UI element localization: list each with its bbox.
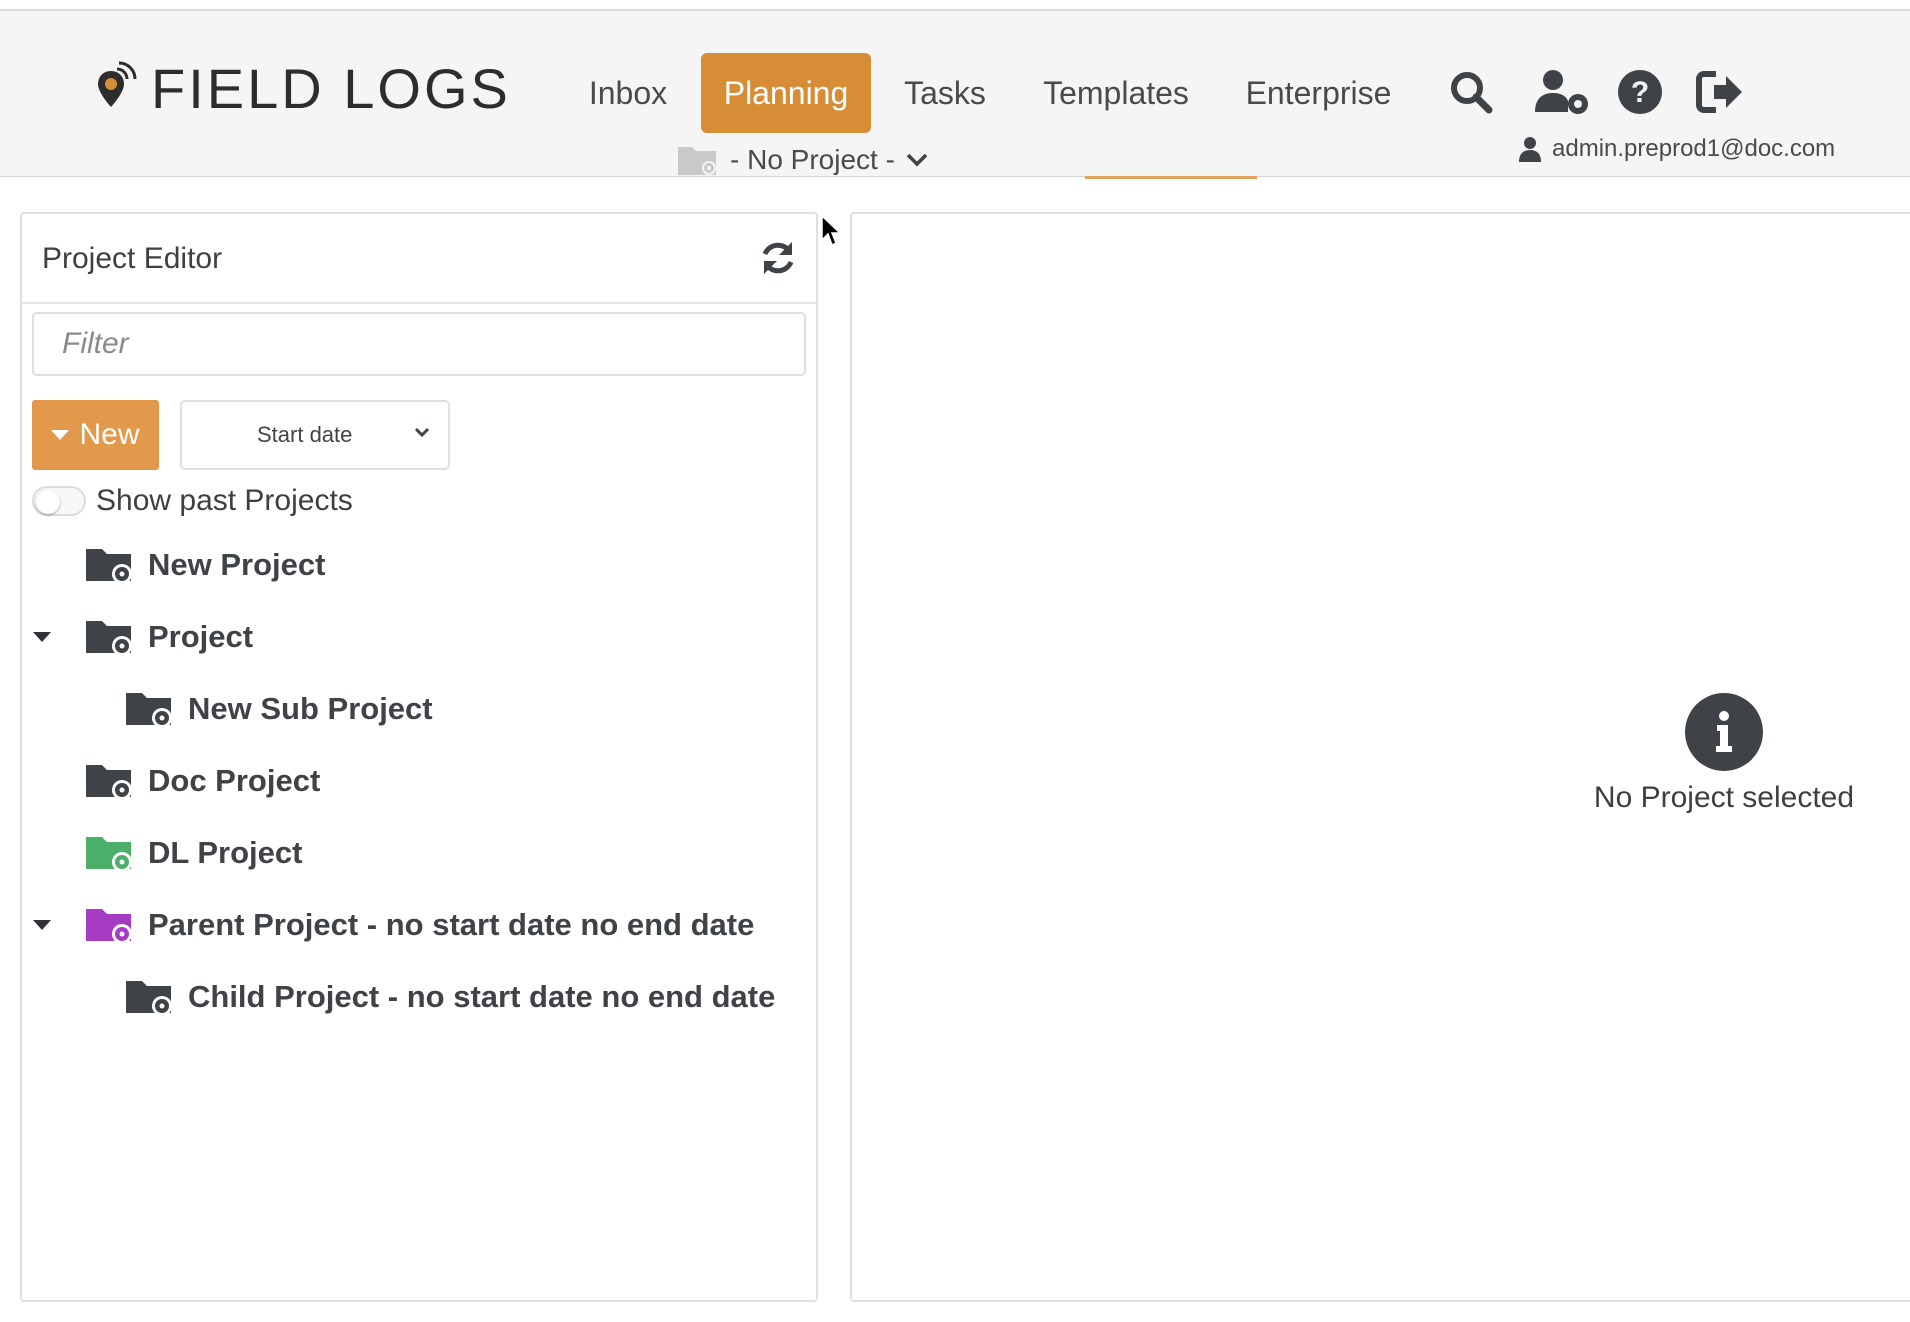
- project-tree-item[interactable]: DL Project: [84, 828, 302, 878]
- user-email: admin.preprod1@doc.com: [1552, 135, 1836, 162]
- tree-expander-icon[interactable]: [33, 632, 51, 642]
- new-button-label: New: [79, 418, 140, 451]
- app-logo[interactable]: FIELD LOGS: [95, 56, 511, 121]
- folder-settings-icon: [126, 693, 172, 728]
- current-user[interactable]: admin.preprod1@doc.com: [1518, 135, 1835, 163]
- nav-tab-inbox[interactable]: Inbox: [578, 53, 678, 133]
- help-icon[interactable]: ?: [1614, 66, 1666, 118]
- project-tree-item[interactable]: New Sub Project: [124, 684, 433, 734]
- sort-select-value: Start date: [257, 422, 353, 447]
- project-tree-item-label: Doc Project: [148, 763, 321, 798]
- project-tree-item-label: New Sub Project: [188, 691, 433, 726]
- project-tree-item[interactable]: New Project: [84, 540, 325, 590]
- project-editor-panel: Project Editor New Start date Show past …: [20, 212, 818, 1302]
- sort-select[interactable]: Start date: [180, 400, 450, 470]
- tree-expander-icon[interactable]: [33, 920, 51, 930]
- nav-tab-planning[interactable]: Planning: [701, 53, 871, 133]
- project-selector[interactable]: - No Project -: [676, 143, 929, 177]
- folder-settings-icon: [126, 981, 172, 1016]
- search-icon[interactable]: [1445, 66, 1497, 118]
- nav-tab-enterprise[interactable]: Enterprise: [1236, 53, 1401, 133]
- project-tree-item-label: DL Project: [148, 835, 303, 870]
- svg-text:?: ?: [1631, 76, 1649, 109]
- user-icon: [1519, 137, 1541, 162]
- mouse-cursor-icon: [821, 214, 842, 247]
- project-tree-item-label: Child Project - no start date no end dat…: [188, 979, 776, 1014]
- project-editor-header: Project Editor: [22, 214, 816, 304]
- project-tree-item[interactable]: Doc Project: [84, 756, 320, 806]
- refresh-icon[interactable]: [758, 238, 798, 278]
- panel-title: Project Editor: [42, 242, 223, 275]
- new-project-button[interactable]: New: [32, 400, 159, 470]
- filter-input[interactable]: [32, 312, 806, 376]
- empty-state-message: No Project selected: [1593, 781, 1855, 814]
- app-header: FIELD LOGS Inbox Planning Tasks Template…: [0, 11, 1910, 177]
- project-selector-label: - No Project -: [730, 144, 895, 175]
- folder-settings-icon: [86, 909, 132, 944]
- active-tab-indicator: [1085, 176, 1257, 179]
- user-settings-icon[interactable]: [1532, 66, 1592, 118]
- location-pin-icon: [98, 61, 137, 107]
- project-tree-item[interactable]: Child Project - no start date no end dat…: [124, 972, 775, 1022]
- folder-settings-icon: [678, 147, 716, 175]
- project-tree-item[interactable]: Project: [84, 612, 253, 662]
- show-past-projects-toggle-row[interactable]: Show past Projects: [32, 484, 353, 518]
- folder-settings-icon: [86, 621, 132, 656]
- show-past-projects-label: Show past Projects: [96, 484, 353, 517]
- chevron-down-icon: [906, 153, 928, 167]
- folder-settings-icon: [86, 765, 132, 800]
- project-tree-item-label: Project: [148, 619, 254, 654]
- empty-state: No Project selected: [1586, 693, 1862, 815]
- show-past-projects-toggle[interactable]: [32, 486, 86, 516]
- nav-tab-templates[interactable]: Templates: [1036, 53, 1196, 133]
- logout-icon[interactable]: [1694, 66, 1746, 118]
- app-logo-text: FIELD LOGS: [151, 57, 511, 120]
- project-tree-item[interactable]: Parent Project - no start date no end da…: [84, 900, 754, 950]
- nav-tab-tasks[interactable]: Tasks: [898, 53, 992, 133]
- caret-down-icon: [51, 430, 70, 440]
- project-tree-item-label: New Project: [148, 547, 326, 582]
- info-icon: [1685, 693, 1763, 771]
- project-tree-item-label: Parent Project - no start date no end da…: [148, 907, 755, 942]
- folder-settings-icon: [86, 549, 132, 584]
- chevron-down-icon: [414, 427, 430, 438]
- window-top-edge: [0, 0, 1910, 11]
- folder-settings-icon: [86, 837, 132, 872]
